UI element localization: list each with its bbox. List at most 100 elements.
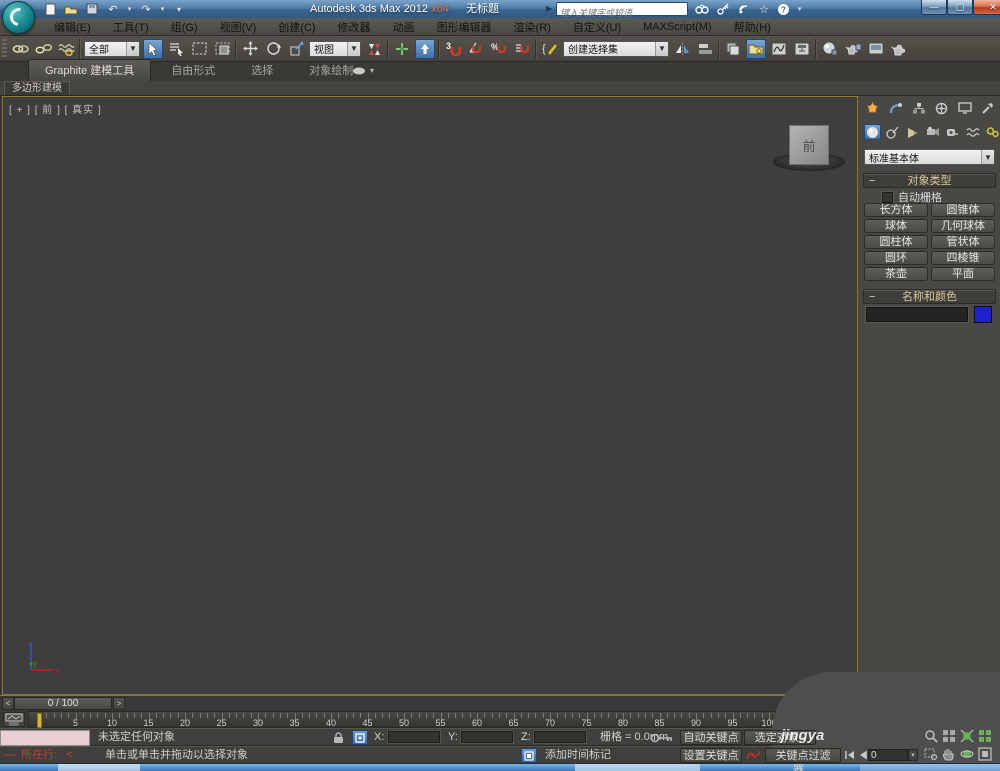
zoom-extents-icon[interactable] <box>960 729 976 745</box>
application-menu-button[interactable] <box>2 1 35 34</box>
viewport-label[interactable]: [ + ] [ 前 ] [ 真实 ] <box>9 101 102 116</box>
rectangular-selection-region-icon[interactable] <box>189 39 209 59</box>
primitive-category-dropdown[interactable]: 标准基本体 ▼ <box>864 149 995 165</box>
subtab-geometry-icon[interactable] <box>864 124 881 140</box>
schematic-view-icon[interactable] <box>792 39 812 59</box>
select-object-icon[interactable] <box>143 38 163 59</box>
auto-key-button[interactable]: 自动关键点 <box>680 730 742 745</box>
mirror-icon[interactable] <box>672 39 692 59</box>
tab-motion-icon[interactable] <box>933 100 950 116</box>
use-pivot-center-icon[interactable] <box>364 39 384 59</box>
pan-hand-icon[interactable] <box>942 747 958 763</box>
tab-utilities-icon[interactable] <box>979 100 996 116</box>
primitive-button-4[interactable]: 圆柱体 <box>864 235 928 249</box>
ribbon-options[interactable]: ▾ <box>352 66 374 75</box>
primitive-button-7[interactable]: 四棱锥 <box>931 251 995 265</box>
zoom-all-icon[interactable] <box>942 729 958 745</box>
tab-create-icon[interactable] <box>864 100 881 116</box>
save-file-icon[interactable] <box>84 2 100 16</box>
x-coordinate-field[interactable] <box>388 731 440 743</box>
y-coordinate-field[interactable] <box>461 731 513 743</box>
primitive-button-2[interactable]: 球体 <box>864 219 928 233</box>
primitive-button-1[interactable]: 圆锥体 <box>931 203 995 217</box>
unlink-selection-icon[interactable] <box>33 39 53 59</box>
percent-snap-toggle-icon[interactable]: % <box>489 39 509 59</box>
search-expand-icon[interactable]: ▶ <box>546 4 552 13</box>
rollout-object-type[interactable]: − 对象类型 <box>863 173 996 188</box>
select-and-scale-icon[interactable] <box>286 39 306 59</box>
zoom-region-icon[interactable] <box>924 747 940 763</box>
time-slider-handle[interactable]: 0 / 100 <box>14 697 112 710</box>
primitive-button-3[interactable]: 几何球体 <box>931 219 995 233</box>
snaps-toggle-3d-icon[interactable]: 3 <box>443 39 463 59</box>
menu-item-9[interactable]: 自定义(U) <box>563 18 631 36</box>
favorites-star-icon[interactable]: ☆ <box>759 3 769 16</box>
primitive-button-0[interactable]: 长方体 <box>864 203 928 217</box>
set-key-button[interactable]: 设置关键点 <box>680 748 742 763</box>
tab-polygon-modeling[interactable]: 多边形建模 <box>4 81 70 95</box>
object-color-swatch[interactable] <box>974 306 992 323</box>
menu-item-2[interactable]: 组(G) <box>161 18 208 36</box>
selection-lock-icon[interactable] <box>333 732 344 744</box>
menu-item-6[interactable]: 动画 <box>383 18 425 36</box>
zoom-extents-all-icon[interactable] <box>978 729 994 745</box>
ribbon-tab-1[interactable]: 自由形式 <box>155 60 231 81</box>
undo-icon[interactable]: ↶ <box>105 2 121 16</box>
help-dropdown-icon[interactable]: ▾ <box>798 5 802 13</box>
undo-dropdown-icon[interactable]: ▾ <box>126 2 133 16</box>
key-filters-button[interactable]: 关键点过滤器... <box>765 748 841 771</box>
go-to-start-icon[interactable] <box>845 750 855 760</box>
current-frame-marker[interactable] <box>37 713 42 728</box>
tab-display-icon[interactable] <box>956 100 973 116</box>
viewport-front[interactable]: [ + ] [ 前 ] [ 真实 ] 前 x y <box>2 96 858 695</box>
ribbon-tab-0[interactable]: Graphite 建模工具 <box>28 59 152 81</box>
subtab-systems-icon[interactable] <box>984 124 1000 140</box>
viewcube[interactable]: 前 <box>789 125 829 165</box>
redo-dropdown-icon[interactable]: ▾ <box>159 2 166 16</box>
named-selection-sets-dropdown[interactable]: 创建选择集 ▼ <box>563 40 669 57</box>
time-slider-prev-icon[interactable]: < <box>2 697 14 710</box>
menu-item-10[interactable]: MAXScript(M) <box>633 20 721 34</box>
spinner-snap-toggle-icon[interactable] <box>512 39 532 59</box>
menu-item-4[interactable]: 创建(C) <box>268 18 325 36</box>
primitive-button-5[interactable]: 管状体 <box>931 235 995 249</box>
isolate-selection-icon[interactable] <box>521 748 537 763</box>
render-production-icon[interactable] <box>889 39 909 59</box>
z-coordinate-field[interactable] <box>534 731 586 743</box>
subtab-lights-icon[interactable] <box>904 124 921 140</box>
subscription-key-icon[interactable] <box>717 3 730 15</box>
graphite-modeling-toolbar-toggle-icon[interactable] <box>746 38 766 59</box>
zoom-icon[interactable] <box>924 729 940 745</box>
absolute-offset-mode-icon[interactable] <box>352 730 368 745</box>
minimize-button[interactable]: — <box>921 0 947 15</box>
new-file-icon[interactable] <box>42 2 58 16</box>
subtab-cameras-icon[interactable] <box>924 124 941 140</box>
layer-manager-icon[interactable] <box>723 39 743 59</box>
frame-spinner-icon[interactable]: ▾ <box>908 749 918 761</box>
rendered-frame-window-icon[interactable] <box>866 39 886 59</box>
timeline-ruler[interactable]: 0510152025303540455055606570758085909510… <box>28 711 777 728</box>
previous-frame-icon[interactable] <box>858 750 868 760</box>
search-binoculars-icon[interactable] <box>695 3 709 15</box>
select-and-link-icon[interactable] <box>10 39 30 59</box>
angle-snap-toggle-icon[interactable] <box>466 39 486 59</box>
bind-to-space-warp-icon[interactable] <box>56 39 76 59</box>
menu-item-7[interactable]: 图形编辑器 <box>427 18 502 36</box>
menu-item-5[interactable]: 修改器 <box>328 18 381 36</box>
select-by-name-icon[interactable] <box>166 39 186 59</box>
help-icon[interactable]: ? <box>777 3 790 16</box>
menu-item-11[interactable]: 帮助(H) <box>724 18 781 36</box>
menu-item-8[interactable]: 渲染(R) <box>504 18 561 36</box>
align-icon[interactable] <box>695 39 715 59</box>
object-name-input[interactable] <box>866 307 968 322</box>
communication-center-icon[interactable] <box>738 3 751 15</box>
toolbar-options-icon[interactable]: ▾ <box>171 2 187 16</box>
orbit-icon[interactable] <box>960 747 976 763</box>
primitive-button-8[interactable]: 茶壶 <box>864 267 928 281</box>
tab-hierarchy-icon[interactable] <box>910 100 927 116</box>
ribbon-tab-2[interactable]: 选择 <box>235 60 289 81</box>
curve-editor-icon[interactable] <box>769 39 789 59</box>
menu-item-3[interactable]: 视图(V) <box>210 18 267 36</box>
primitive-button-9[interactable]: 平面 <box>931 267 995 281</box>
window-crossing-icon[interactable] <box>212 39 232 59</box>
